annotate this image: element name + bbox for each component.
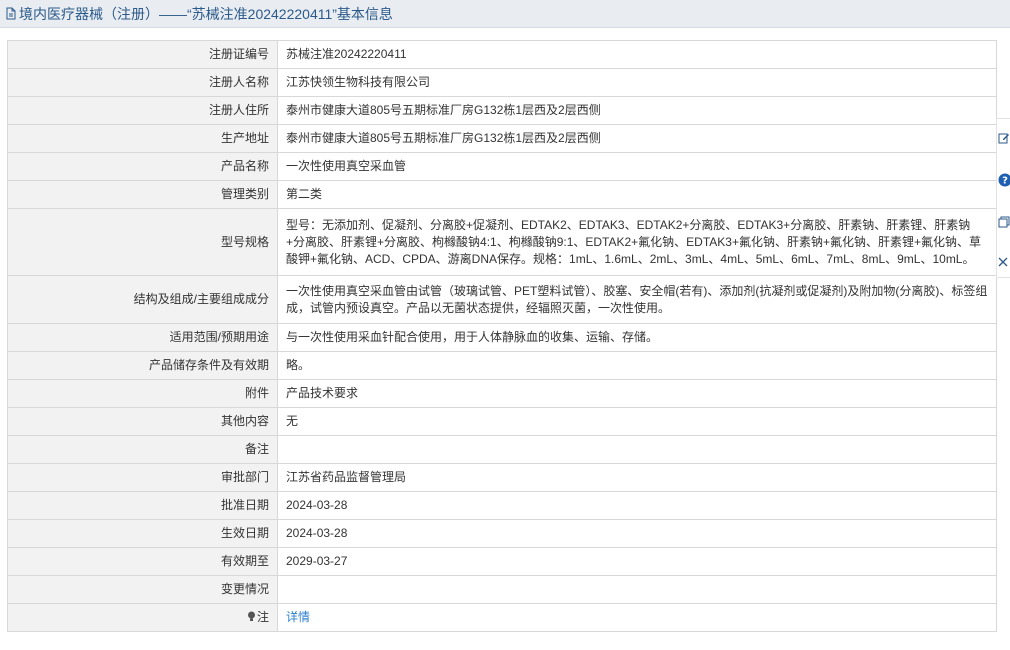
info-table: 注册证编号 苏械注准20242220411 注册人名称 江苏快领生物科技有限公司 注…	[7, 40, 997, 632]
table-row: 注册证编号 苏械注准20242220411	[7, 40, 997, 69]
table-row: 审批部门 江苏省药品监督管理局	[7, 463, 997, 492]
table-row: 产品名称 一次性使用真空采血管	[7, 152, 997, 181]
row-value: 苏械注准20242220411	[277, 40, 997, 69]
row-label: 其他内容	[7, 407, 278, 436]
row-value: 型号：无添加剂、促凝剂、分离胶+促凝剂、EDTAK2、EDTAK3、EDTAK2…	[277, 208, 997, 276]
document-icon	[4, 7, 17, 21]
row-value: 泰州市健康大道805号五期标准厂房G132栋1层西及2层西侧	[277, 124, 997, 153]
row-label: 注册人住所	[7, 96, 278, 125]
table-row: 其他内容无	[7, 407, 997, 436]
row-value: 江苏省药品监督管理局	[277, 463, 997, 492]
table-row: 适用范围/预期用途 与一次性使用采血针配合使用，用于人体静脉血的收集、运输、存储。	[7, 323, 997, 352]
table-row: 产品储存条件及有效期 略。	[7, 351, 997, 380]
table-row: 生效日期 2024-03-28	[7, 519, 997, 548]
copy-icon[interactable]	[998, 213, 1010, 231]
side-toolbar: ?	[996, 118, 1010, 278]
row-value	[277, 435, 997, 464]
row-label: 管理类别	[7, 180, 278, 209]
row-value: 无	[277, 407, 997, 436]
row-value: 2024-03-28	[277, 491, 997, 520]
row-value: 一次性使用真空采血管由试管（玻璃试管、PET塑料试管）、胶塞、安全帽(若有)、添…	[277, 275, 997, 324]
row-value	[277, 575, 997, 604]
row-value: 江苏快领生物科技有限公司	[277, 68, 997, 97]
row-label: 批准日期	[7, 491, 278, 520]
row-label: 结构及组成/主要组成成分	[7, 275, 278, 324]
row-label: 备注	[7, 435, 278, 464]
lightbulb-icon	[247, 610, 256, 621]
row-label: 注册证编号	[7, 40, 278, 69]
table-row: 注册人名称 江苏快领生物科技有限公司	[7, 68, 997, 97]
details-link[interactable]: 详情	[286, 610, 310, 624]
row-label: 注册人名称	[7, 68, 278, 97]
row-value: 产品技术要求	[277, 379, 997, 408]
table-row: 型号规格 型号：无添加剂、促凝剂、分离胶+促凝剂、EDTAK2、EDTAK3、ED…	[7, 208, 997, 276]
table-row: 批准日期 2024-03-28	[7, 491, 997, 520]
row-value: 第二类	[277, 180, 997, 209]
row-label: 附件	[7, 379, 278, 408]
table-row: 结构及组成/主要组成成分 一次性使用真空采血管由试管（玻璃试管、PET塑料试管）、…	[7, 275, 997, 324]
row-label: 产品储存条件及有效期	[7, 351, 278, 380]
row-label: 产品名称	[7, 152, 278, 181]
svg-text:?: ?	[1002, 176, 1008, 187]
table-row: 管理类别 第二类	[7, 180, 997, 209]
row-value: 一次性使用真空采血管	[277, 152, 997, 181]
edit-icon[interactable]	[998, 129, 1010, 147]
help-icon[interactable]: ?	[998, 171, 1010, 189]
row-label: 变更情况	[7, 575, 278, 604]
row-value: 与一次性使用采血针配合使用，用于人体静脉血的收集、运输、存储。	[277, 323, 997, 352]
row-label: 适用范围/预期用途	[7, 323, 278, 352]
row-label: 型号规格	[7, 208, 278, 276]
table-row: 变更情况	[7, 575, 997, 604]
row-value: 略。	[277, 351, 997, 380]
table-row: 注册人住所 泰州市健康大道805号五期标准厂房G132栋1层西及2层西侧	[7, 96, 997, 125]
table-row: 有效期至 2029-03-27	[7, 547, 997, 576]
row-label: 生效日期	[7, 519, 278, 548]
row-label: 有效期至	[7, 547, 278, 576]
row-value: 2029-03-27	[277, 547, 997, 576]
close-icon[interactable]	[998, 253, 1010, 271]
page-title: 境内医疗器械（注册）——“苏械注准20242220411”基本信息	[19, 5, 393, 22]
table-row: 附件 产品技术要求	[7, 379, 997, 408]
row-label: 生产地址	[7, 124, 278, 153]
note-label: 注	[256, 610, 269, 624]
table-row: 注 详情	[7, 603, 997, 632]
note-value: 详情	[277, 603, 997, 632]
page-header: 境内医疗器械（注册）——“苏械注准20242220411”基本信息	[0, 0, 1010, 28]
row-value: 泰州市健康大道805号五期标准厂房G132栋1层西及2层西侧	[277, 96, 997, 125]
row-value: 2024-03-28	[277, 519, 997, 548]
table-row: 生产地址 泰州市健康大道805号五期标准厂房G132栋1层西及2层西侧	[7, 124, 997, 153]
row-label: 审批部门	[7, 463, 278, 492]
note-label-cell: 注	[7, 603, 278, 632]
table-row: 备注	[7, 435, 997, 464]
